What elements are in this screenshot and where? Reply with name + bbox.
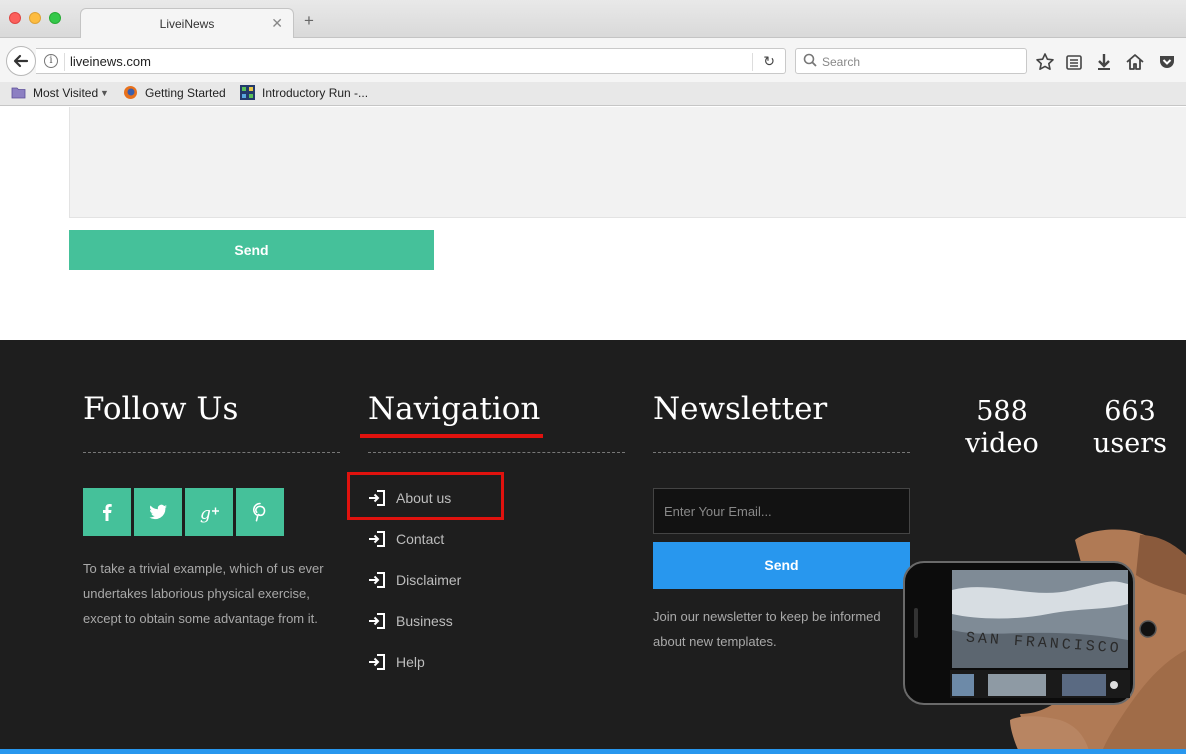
minimize-window-button[interactable]: [29, 12, 41, 24]
firefox-icon: [124, 86, 137, 99]
highlight-box: [347, 472, 504, 520]
user-count-label: users: [1093, 428, 1167, 459]
chevron-down-icon[interactable]: ▼: [100, 88, 109, 98]
newsletter-send-button[interactable]: Send: [653, 542, 910, 589]
url-text[interactable]: liveinews.com: [70, 54, 151, 69]
newsletter-email-field[interactable]: [653, 488, 910, 534]
video-count-stat: 588 video: [942, 396, 1062, 460]
nav-link-label: Contact: [396, 531, 445, 547]
navigation-bar: i liveinews.com ↻ Search: [0, 38, 1186, 82]
google-plus-button[interactable]: g: [185, 488, 233, 536]
user-count-number: 663: [1104, 396, 1156, 427]
navigation-heading: Navigation: [368, 391, 541, 427]
facebook-button[interactable]: [83, 488, 131, 536]
tab-bar: LiveiNews ✕ +: [0, 0, 1186, 39]
folder-icon: [11, 87, 26, 99]
reload-icon[interactable]: ↻: [763, 53, 775, 70]
google-plus-icon: g: [200, 504, 219, 524]
search-icon: [803, 53, 817, 67]
twitter-icon: [149, 504, 167, 520]
newsletter-heading: Newsletter: [653, 391, 828, 427]
info-icon[interactable]: i: [44, 54, 58, 68]
sign-in-icon: [369, 613, 385, 629]
new-tab-icon[interactable]: +: [304, 12, 314, 29]
phone-in-hand-image: SAN FRANCISCO: [903, 529, 1186, 754]
close-window-button[interactable]: [9, 12, 21, 24]
svg-text:g: g: [200, 504, 211, 524]
follow-us-divider: [83, 452, 340, 453]
nav-link-label: Business: [396, 613, 453, 629]
bookmark-getting-started[interactable]: Getting Started: [145, 86, 226, 100]
back-arrow-icon: [13, 54, 29, 68]
tab-close-icon[interactable]: ✕: [271, 15, 283, 32]
reload-divider: [752, 53, 753, 71]
footer: Follow Us g To take a trivial example, w…: [0, 340, 1186, 754]
pinterest-button[interactable]: [236, 488, 284, 536]
twitter-button[interactable]: [134, 488, 182, 536]
form-send-button[interactable]: Send: [69, 230, 434, 270]
sign-in-icon: [369, 531, 385, 547]
tab-title: LiveiNews: [159, 17, 215, 31]
bookmark-star-icon[interactable]: [1035, 52, 1055, 72]
bookmarks-toolbar: Most Visited ▼ Getting Started Introduct…: [0, 82, 1186, 106]
url-divider: [64, 53, 65, 71]
newsletter-divider: [653, 452, 910, 453]
sign-in-icon: [369, 654, 385, 670]
follow-us-heading: Follow Us: [83, 391, 239, 427]
bookmark-introductory-run[interactable]: Introductory Run -...: [262, 86, 368, 100]
message-textarea[interactable]: [69, 107, 1186, 218]
user-count-stat: 663 users: [1070, 396, 1186, 460]
newsletter-description: Join our newsletter to keep be informed …: [653, 609, 881, 649]
reading-list-icon[interactable]: [1064, 52, 1084, 72]
highlight-underline: [360, 434, 543, 438]
video-count-number: 588: [976, 396, 1028, 427]
bookmark-most-visited[interactable]: Most Visited: [33, 86, 98, 100]
back-button[interactable]: [6, 46, 36, 76]
pocket-icon[interactable]: [1157, 52, 1177, 72]
url-bar[interactable]: i liveinews.com ↻: [36, 48, 786, 74]
download-icon[interactable]: [1094, 52, 1114, 72]
nav-link-label: Help: [396, 654, 425, 670]
facebook-icon: [103, 503, 112, 521]
home-icon[interactable]: [1125, 52, 1145, 72]
bottom-accent-strip: [0, 749, 1186, 754]
zoom-window-button[interactable]: [49, 12, 61, 24]
browser-tab[interactable]: LiveiNews ✕: [80, 8, 294, 39]
browser-chrome: LiveiNews ✕ + i liveinews.com ↻ Search M…: [0, 0, 1186, 106]
app-grid-icon: [240, 85, 255, 100]
page-content: Send Follow Us g To take a trivial examp…: [0, 107, 1186, 754]
search-bar[interactable]: Search: [795, 48, 1027, 74]
video-count-label: video: [965, 428, 1039, 459]
search-placeholder: Search: [822, 55, 861, 69]
navigation-divider: [368, 452, 625, 453]
pinterest-icon: [252, 502, 266, 522]
follow-us-description: To take a trivial example, which of us e…: [83, 561, 324, 626]
nav-link-label: Disclaimer: [396, 572, 462, 588]
sign-in-icon: [369, 572, 385, 588]
